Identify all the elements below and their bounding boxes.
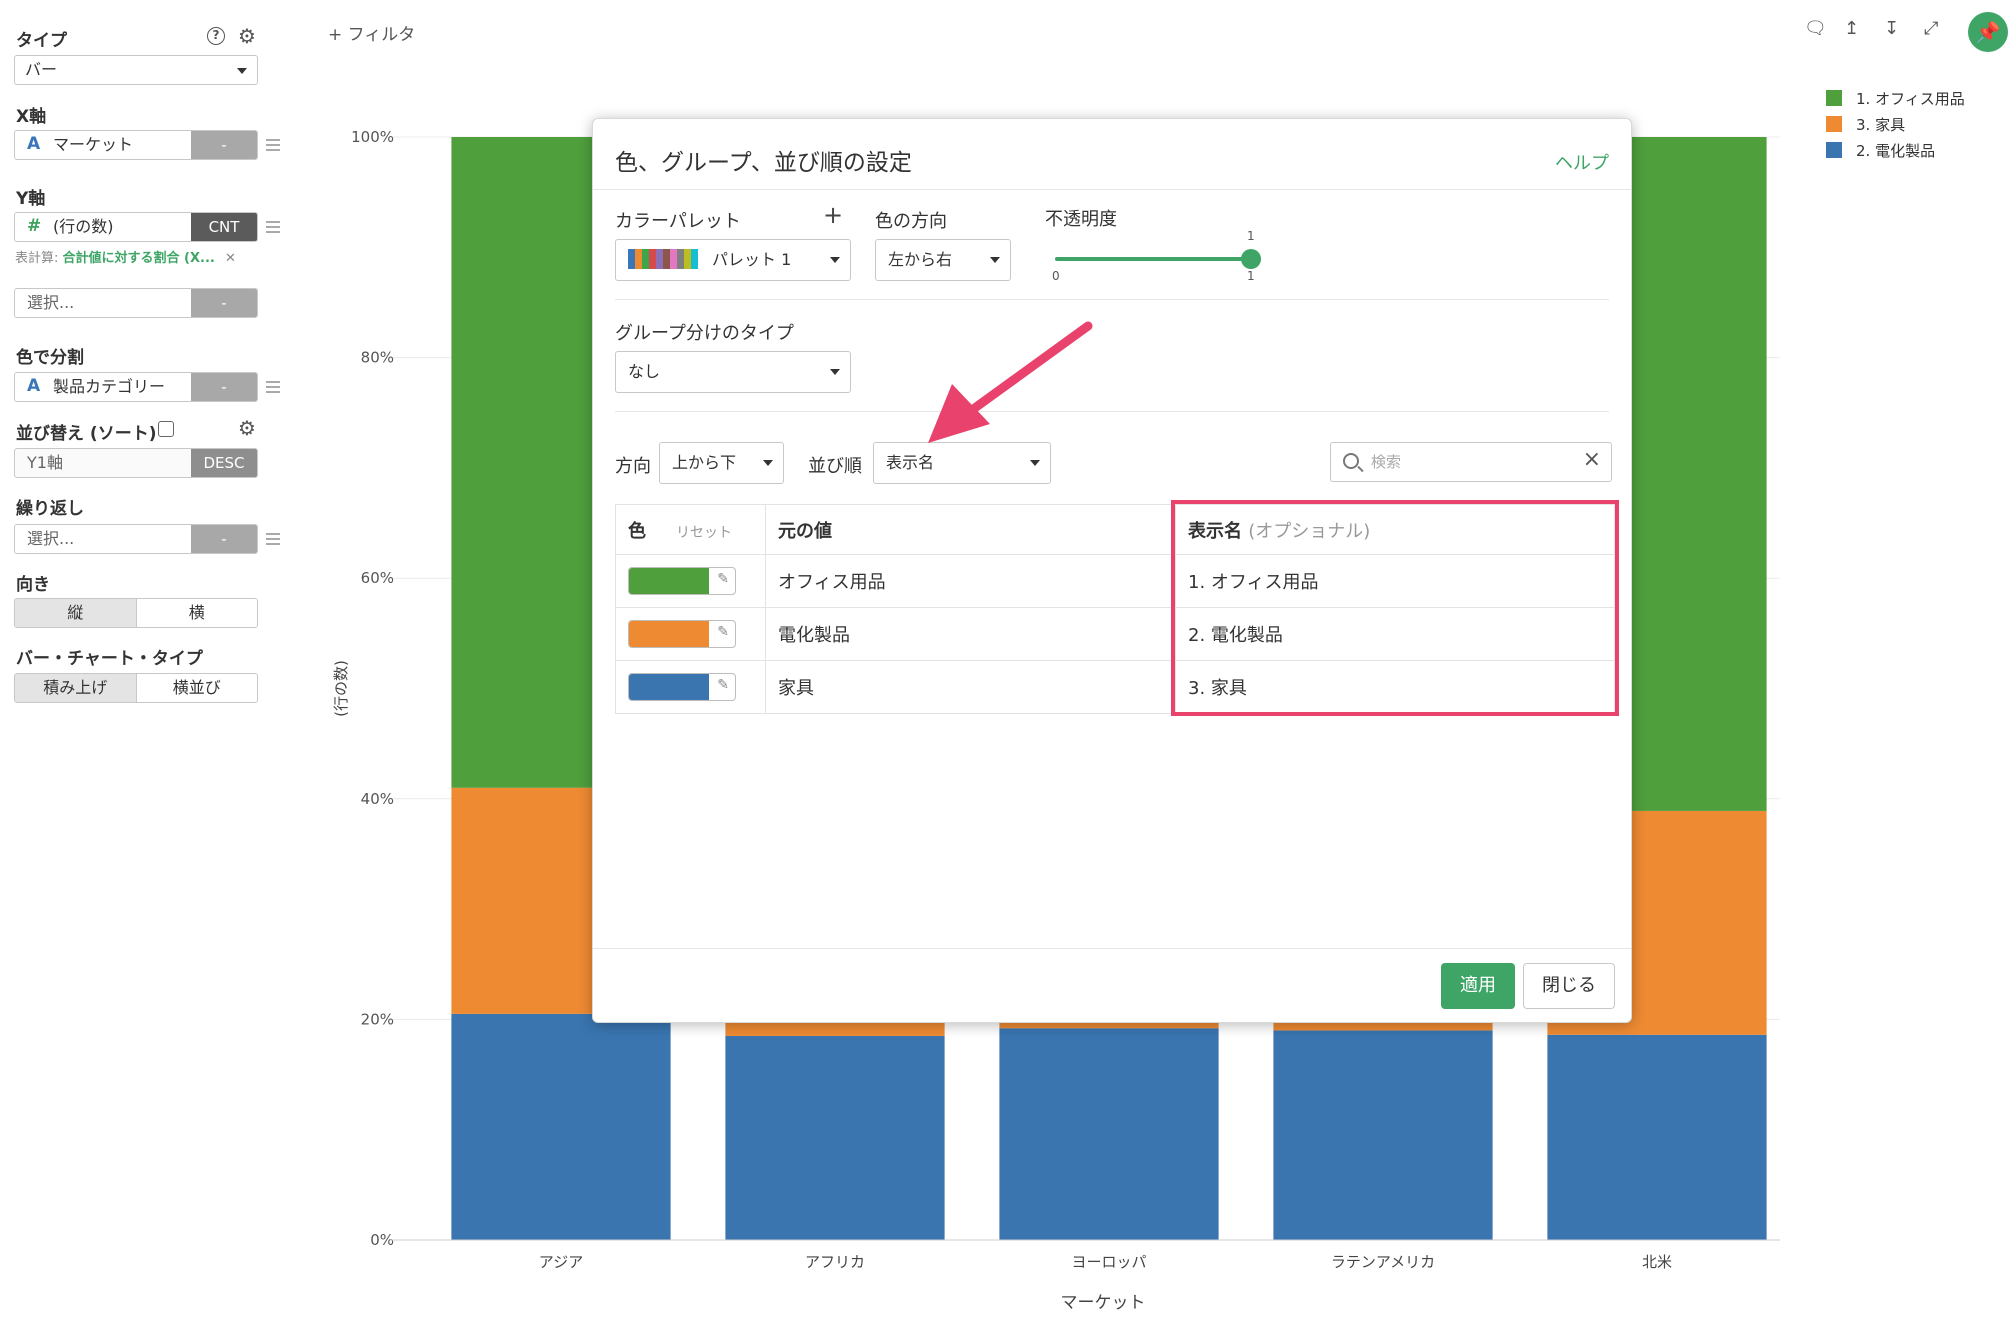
arrow-shaft — [967, 321, 1093, 415]
app-root: 0% 20% 40% 60% 80% 100% アジア アフリカ ヨーロッパ ラテンアメリカ 北米マ… — [0, 0, 2010, 1320]
arrow-head — [928, 384, 990, 443]
annotation-arrow — [928, 321, 1093, 443]
